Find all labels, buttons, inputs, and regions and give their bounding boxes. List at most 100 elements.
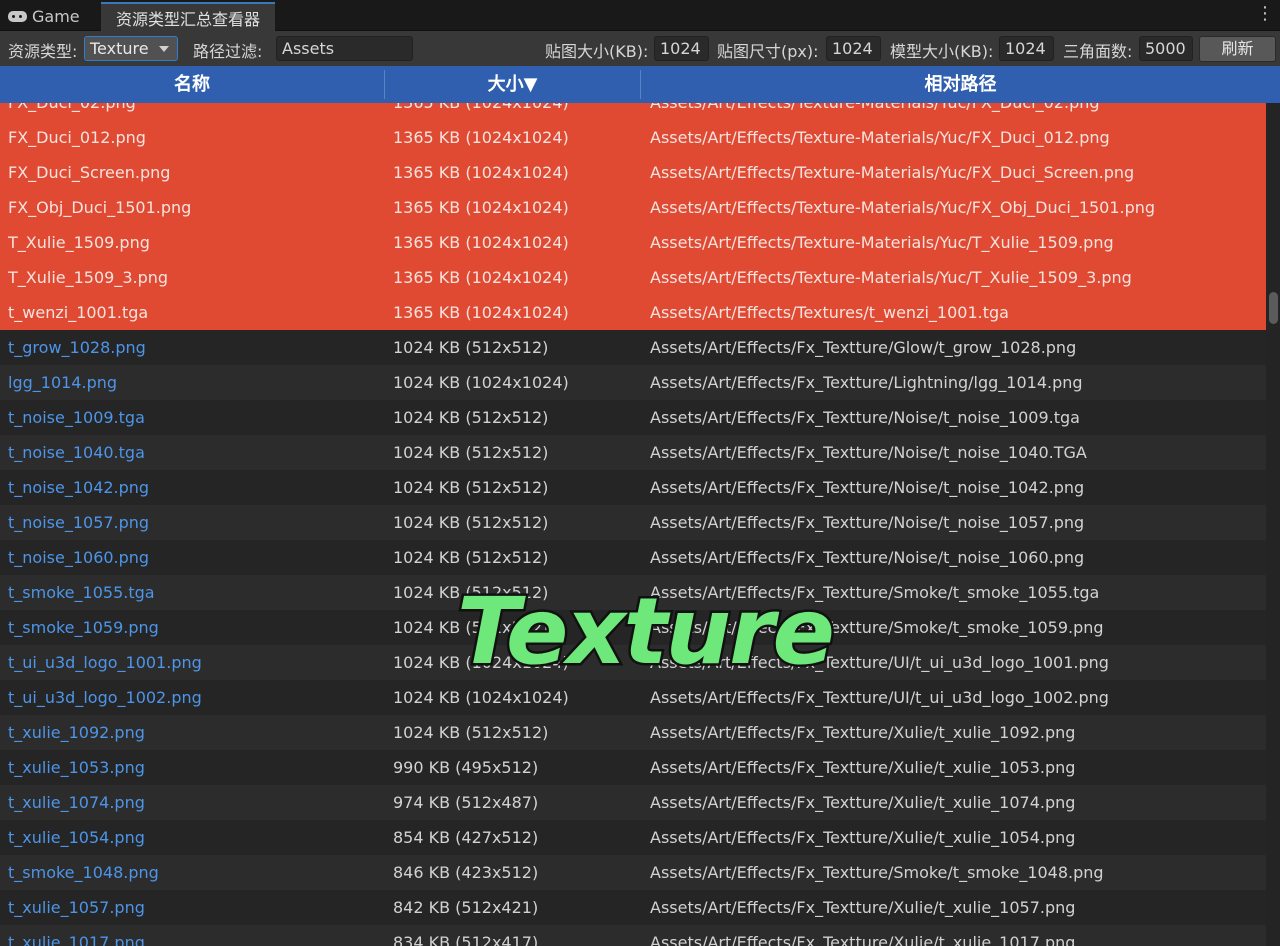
table-row[interactable]: FX_Obj_Duci_1501.png 1365 KB (1024x1024) A… — [0, 190, 1266, 225]
table-header: 名称 大小▼ 相对路径 — [0, 66, 1280, 103]
chevron-down-icon — [159, 46, 169, 52]
tab-game-label: Game — [32, 7, 80, 26]
refresh-button[interactable]: 刷新 — [1199, 36, 1276, 62]
asset-name-cell[interactable]: t_xulie_1017.png — [8, 925, 380, 946]
asset-name-cell[interactable]: t_noise_1040.tga — [8, 435, 380, 470]
asset-size-cell: 834 KB (512x417) — [393, 933, 539, 946]
table-row[interactable]: t_xulie_1017.png 834 KB (512x417) Assets/A… — [0, 925, 1266, 946]
model-size-kb-input[interactable] — [999, 36, 1054, 61]
asset-size-cell: 1024 KB (512x512) — [393, 723, 549, 742]
triangle-count-label: 三角面数: — [1063, 42, 1133, 61]
column-header-size[interactable]: 大小▼ — [385, 66, 640, 103]
asset-path-cell: Assets/Art/Effects/Fx_Textture/Lightning… — [650, 373, 1083, 392]
asset-path-cell: Assets/Art/Effects/Texture-Materials/Yuc… — [650, 163, 1135, 182]
table-row[interactable]: FX_Duci_Screen.png 1365 KB (1024x1024) Ass… — [0, 155, 1266, 190]
table-row[interactable]: t_noise_1042.png 1024 KB (512x512) Assets/… — [0, 470, 1266, 505]
table-row[interactable]: t_xulie_1054.png 854 KB (427x512) Assets/A… — [0, 820, 1266, 855]
texture-size-kb-input[interactable] — [654, 36, 709, 61]
asset-name-cell[interactable]: T_Xulie_1509_3.png — [8, 260, 380, 295]
window-tab-bar: Game 资源类型汇总查看器 ⋮ — [0, 0, 1280, 31]
asset-name-cell[interactable]: t_wenzi_1001.tga — [8, 295, 380, 330]
asset-size-cell: 1024 KB (512x512) — [393, 548, 549, 567]
asset-path-cell: Assets/Art/Effects/Fx_Textture/Xulie/t_x… — [650, 723, 1076, 742]
table-row[interactable]: t_smoke_1048.png 846 KB (423x512) Assets/A… — [0, 855, 1266, 890]
texture-size-kb-label: 贴图大小(KB): — [545, 42, 649, 61]
scrollbar-thumb[interactable] — [1269, 292, 1278, 324]
asset-name-cell[interactable]: t_noise_1057.png — [8, 505, 380, 540]
table-row[interactable]: FX_Duci_012.png 1365 KB (1024x1024) Assets… — [0, 120, 1266, 155]
asset-name-cell[interactable]: t_noise_1009.tga — [8, 400, 380, 435]
asset-name-cell[interactable]: t_noise_1042.png — [8, 470, 380, 505]
asset-table: FX_Duci_02.png 1365 KB (1024x1024) Assets/… — [0, 103, 1266, 946]
asset-size-cell: 1365 KB (1024x1024) — [393, 233, 569, 252]
path-filter-label: 路径过滤: — [193, 42, 263, 61]
vertical-scrollbar[interactable] — [1266, 103, 1280, 946]
asset-name-cell[interactable]: lgg_1014.png — [8, 365, 380, 400]
asset-name-cell[interactable]: t_noise_1060.png — [8, 540, 380, 575]
asset-name-cell[interactable]: t_xulie_1057.png — [8, 890, 380, 925]
triangle-count-input[interactable] — [1139, 36, 1193, 61]
path-filter-input[interactable] — [276, 36, 413, 61]
asset-path-cell: Assets/Art/Effects/Fx_Textture/Glow/t_gr… — [650, 338, 1077, 357]
table-row[interactable]: t_noise_1040.tga 1024 KB (512x512) Assets/… — [0, 435, 1266, 470]
asset-size-cell: 1365 KB (1024x1024) — [393, 163, 569, 182]
asset-path-cell: Assets/Art/Effects/Fx_Textture/Noise/t_n… — [650, 478, 1085, 497]
asset-path-cell: Assets/Art/Effects/Fx_Textture/Xulie/t_x… — [650, 898, 1076, 917]
table-row[interactable]: t_grow_1028.png 1024 KB (512x512) Assets/A… — [0, 330, 1266, 365]
table-row[interactable]: t_noise_1060.png 1024 KB (512x512) Assets/… — [0, 540, 1266, 575]
asset-name-cell[interactable]: t_xulie_1092.png — [8, 715, 380, 750]
column-header-path[interactable]: 相对路径 — [641, 66, 1280, 103]
asset-size-cell: 1024 KB (512x512) — [393, 513, 549, 532]
asset-size-cell: 990 KB (495x512) — [393, 758, 539, 777]
asset-name-cell[interactable]: t_xulie_1053.png — [8, 750, 380, 785]
asset-name-cell[interactable]: FX_Duci_02.png — [8, 103, 380, 120]
asset-path-cell: Assets/Art/Effects/Textures/t_wenzi_1001… — [650, 303, 1009, 322]
table-row[interactable]: t_xulie_1074.png 974 KB (512x487) Assets/A… — [0, 785, 1266, 820]
asset-size-cell: 1024 KB (1024x1024) — [393, 688, 569, 707]
table-row[interactable]: t_noise_1009.tga 1024 KB (512x512) Assets/… — [0, 400, 1266, 435]
texture-dimension-px-label: 贴图尺寸(px): — [717, 42, 819, 61]
asset-type-dropdown[interactable]: Texture — [84, 36, 178, 61]
asset-name-cell[interactable]: t_smoke_1048.png — [8, 855, 380, 890]
asset-size-cell: 1365 KB (1024x1024) — [393, 128, 569, 147]
table-row[interactable]: FX_Duci_02.png 1365 KB (1024x1024) Assets/… — [0, 103, 1266, 120]
asset-name-cell[interactable]: FX_Duci_Screen.png — [8, 155, 380, 190]
asset-name-cell[interactable]: t_smoke_1059.png — [8, 610, 380, 645]
tab-game[interactable]: Game — [0, 2, 98, 31]
asset-name-cell[interactable]: T_Xulie_1509.png — [8, 225, 380, 260]
asset-path-cell: Assets/Art/Effects/Fx_Textture/Xulie/t_x… — [650, 933, 1076, 946]
column-header-name[interactable]: 名称 — [0, 66, 384, 103]
table-row[interactable]: T_Xulie_1509_3.png 1365 KB (1024x1024) Ass… — [0, 260, 1266, 295]
asset-size-cell: 1365 KB (1024x1024) — [393, 268, 569, 287]
asset-path-cell: Assets/Art/Effects/Texture-Materials/Yuc… — [650, 128, 1110, 147]
asset-name-cell[interactable]: t_smoke_1055.tga — [8, 575, 380, 610]
table-row[interactable]: t_xulie_1092.png 1024 KB (512x512) Assets/… — [0, 715, 1266, 750]
asset-table-rows: FX_Duci_02.png 1365 KB (1024x1024) Assets/… — [0, 103, 1266, 946]
asset-path-cell: Assets/Art/Effects/Texture-Materials/Yuc… — [650, 233, 1114, 252]
asset-path-cell: Assets/Art/Effects/Fx_Textture/Xulie/t_x… — [650, 758, 1076, 777]
table-row[interactable]: t_wenzi_1001.tga 1365 KB (1024x1024) Asset… — [0, 295, 1266, 330]
asset-name-cell[interactable]: FX_Duci_012.png — [8, 120, 380, 155]
table-row[interactable]: lgg_1014.png 1024 KB (1024x1024) Assets/Ar… — [0, 365, 1266, 400]
asset-path-cell: Assets/Art/Effects/Texture-Materials/Yuc… — [650, 268, 1132, 287]
asset-name-cell[interactable]: t_ui_u3d_logo_1002.png — [8, 680, 380, 715]
table-row[interactable]: t_ui_u3d_logo_1002.png 1024 KB (1024x1024… — [0, 680, 1266, 715]
tab-asset-summary-viewer[interactable]: 资源类型汇总查看器 — [101, 2, 275, 31]
filter-toolbar: 资源类型: Texture 路径过滤: 贴图大小(KB): 贴图尺寸(px): … — [0, 31, 1280, 66]
table-row[interactable]: t_xulie_1053.png 990 KB (495x512) Assets/A… — [0, 750, 1266, 785]
asset-name-cell[interactable]: t_xulie_1074.png — [8, 785, 380, 820]
texture-dimension-px-input[interactable] — [826, 36, 881, 61]
table-row[interactable]: T_Xulie_1509.png 1365 KB (1024x1024) Asset… — [0, 225, 1266, 260]
more-options-icon[interactable]: ⋮ — [1256, 4, 1274, 26]
table-row[interactable]: t_noise_1057.png 1024 KB (512x512) Assets/… — [0, 505, 1266, 540]
asset-path-cell: Assets/Art/Effects/Fx_Textture/Xulie/t_x… — [650, 828, 1076, 847]
asset-type-label: 资源类型: — [8, 42, 78, 61]
asset-name-cell[interactable]: FX_Obj_Duci_1501.png — [8, 190, 380, 225]
table-row[interactable]: t_xulie_1057.png 842 KB (512x421) Assets/A… — [0, 890, 1266, 925]
asset-name-cell[interactable]: t_xulie_1054.png — [8, 820, 380, 855]
asset-size-cell: 974 KB (512x487) — [393, 793, 539, 812]
asset-path-cell: Assets/Art/Effects/Fx_Textture/Noise/t_n… — [650, 548, 1085, 567]
asset-path-cell: Assets/Art/Effects/Fx_Textture/Noise/t_n… — [650, 443, 1087, 462]
asset-name-cell[interactable]: t_grow_1028.png — [8, 330, 380, 365]
asset-name-cell[interactable]: t_ui_u3d_logo_1001.png — [8, 645, 380, 680]
